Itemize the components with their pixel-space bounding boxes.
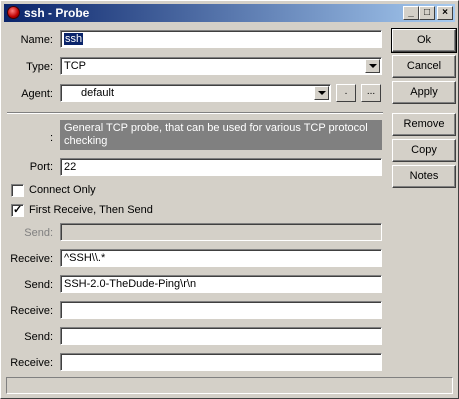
- type-value: TCP: [64, 60, 86, 72]
- type-label: Type:: [26, 61, 53, 73]
- connect-only-label: Connect Only: [29, 184, 96, 196]
- close-button[interactable]: ×: [437, 6, 453, 20]
- ok-button[interactable]: Ok: [391, 28, 457, 53]
- separator: [7, 112, 383, 114]
- name-label: Name:: [20, 34, 53, 46]
- receive-field-1[interactable]: ^SSH\\.*: [60, 249, 382, 267]
- probe-description: General TCP probe, that can be used for …: [60, 120, 382, 150]
- checkmark-icon: ✓: [13, 204, 23, 216]
- chevron-down-icon[interactable]: [365, 59, 380, 73]
- send-label-2: Send:: [24, 279, 53, 291]
- first-receive-label: First Receive, Then Send: [29, 204, 153, 216]
- window-title: ssh - Probe: [24, 6, 90, 20]
- first-receive-checkbox[interactable]: ✓: [11, 204, 24, 217]
- minimize-button[interactable]: _: [403, 6, 419, 20]
- remove-button[interactable]: Remove: [392, 113, 456, 136]
- type-select[interactable]: TCP: [60, 57, 382, 75]
- agent-select[interactable]: default: [60, 84, 331, 102]
- port-field[interactable]: 22: [60, 158, 382, 176]
- status-bar: [6, 377, 453, 394]
- chevron-down-icon[interactable]: [314, 86, 329, 100]
- copy-button[interactable]: Copy: [392, 139, 456, 162]
- agent-value: default: [81, 87, 115, 99]
- receive-label-3: Receive:: [10, 357, 53, 369]
- agent-browse-button[interactable]: ...: [361, 84, 381, 102]
- receive-field-3[interactable]: [60, 353, 382, 371]
- name-field[interactable]: ssh: [60, 30, 382, 48]
- description-label: :: [49, 132, 53, 144]
- receive-label-1: Receive:: [10, 253, 53, 265]
- connect-only-checkbox[interactable]: [11, 184, 24, 197]
- probe-window: ssh - Probe _ □ × Name: ssh Type: TCP Ag…: [0, 0, 459, 399]
- send-label-1: Send:: [24, 227, 53, 239]
- probe-app-icon[interactable]: [7, 6, 20, 19]
- send-field-3[interactable]: [60, 327, 382, 345]
- receive-label-2: Receive:: [10, 305, 53, 317]
- receive-field-2[interactable]: [60, 301, 382, 319]
- send-label-3: Send:: [24, 331, 53, 343]
- agent-edit-button[interactable]: .: [336, 84, 356, 102]
- notes-button[interactable]: Notes: [392, 165, 456, 188]
- name-value: ssh: [64, 33, 84, 45]
- cancel-button[interactable]: Cancel: [392, 55, 456, 78]
- port-label: Port:: [29, 161, 53, 173]
- maximize-button[interactable]: □: [419, 6, 435, 20]
- title-bar[interactable]: ssh - Probe _ □ ×: [4, 4, 455, 22]
- apply-button[interactable]: Apply: [392, 81, 456, 104]
- send-field-2[interactable]: SSH-2.0-TheDude-Ping\r\n: [60, 275, 382, 293]
- agent-label: Agent:: [21, 88, 53, 100]
- send-field-1[interactable]: [60, 223, 382, 241]
